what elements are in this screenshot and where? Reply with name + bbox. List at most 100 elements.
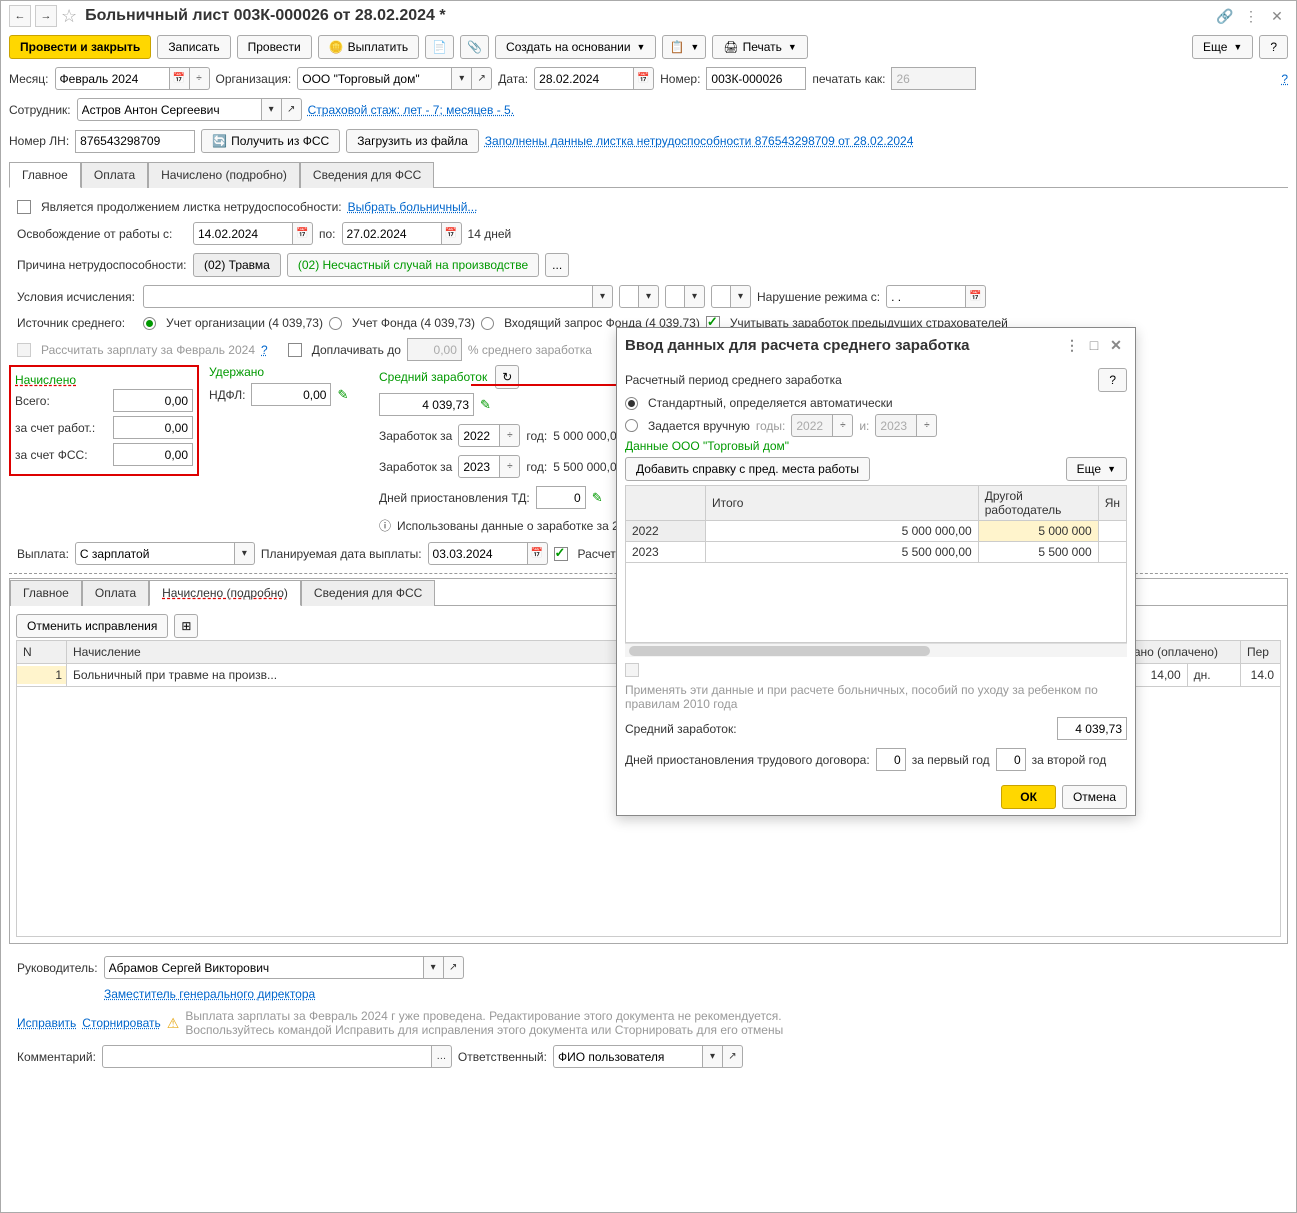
popup-row-2023[interactable]: 2023 5 500 000,00 5 500 000 bbox=[626, 542, 1127, 563]
popup-help-button[interactable]: ? bbox=[1098, 368, 1127, 392]
inner-tab-main[interactable]: Главное bbox=[10, 580, 82, 606]
favorite-icon[interactable]: ☆ bbox=[61, 6, 77, 27]
cond-add3[interactable] bbox=[711, 285, 731, 308]
src-fund-radio[interactable] bbox=[329, 317, 342, 330]
popup-hscroll[interactable] bbox=[625, 643, 1127, 657]
edit-susp-icon[interactable]: ✎ bbox=[592, 490, 603, 506]
src-org-radio[interactable] bbox=[143, 317, 156, 330]
pay-extra-checkbox[interactable] bbox=[288, 343, 302, 357]
pay-button[interactable]: 🪙Выплатить bbox=[318, 35, 419, 59]
popup-avg-input[interactable] bbox=[1057, 717, 1127, 740]
resp-input[interactable] bbox=[553, 1045, 703, 1068]
inner-tab-fss[interactable]: Сведения для ФСС bbox=[301, 580, 435, 606]
link-icon[interactable]: 🔗 bbox=[1214, 5, 1236, 27]
payout-input[interactable] bbox=[75, 542, 235, 565]
nav-fwd[interactable]: → bbox=[35, 5, 57, 27]
employee-dd[interactable]: ▾ bbox=[262, 98, 282, 121]
cond-add2[interactable] bbox=[665, 285, 685, 308]
ln-input[interactable] bbox=[75, 130, 195, 153]
recalc-help[interactable]: ? bbox=[261, 343, 268, 357]
year1-input[interactable] bbox=[458, 424, 500, 447]
inner-tab-payment[interactable]: Оплата bbox=[82, 580, 149, 606]
storno-link[interactable]: Сторнировать bbox=[82, 1016, 160, 1030]
planned-input[interactable] bbox=[428, 542, 528, 565]
popup-susp1-input[interactable] bbox=[876, 748, 906, 771]
reason2-button[interactable]: (02) Несчастный случай на производстве bbox=[287, 253, 539, 277]
edit-avg-icon[interactable]: ✎ bbox=[480, 397, 491, 413]
calc-approved-checkbox[interactable] bbox=[554, 547, 568, 561]
close-icon[interactable]: ✕ bbox=[1266, 5, 1288, 27]
cond-add1[interactable] bbox=[619, 285, 639, 308]
regime-break-input[interactable] bbox=[886, 285, 966, 308]
tab-main[interactable]: Главное bbox=[9, 162, 81, 188]
cancel-fix-button[interactable]: Отменить исправления bbox=[16, 614, 168, 638]
conditions-dd[interactable]: ▾ bbox=[593, 285, 613, 308]
popup-kebab-icon[interactable]: ⋮ bbox=[1061, 334, 1083, 356]
inner-tab-accrued[interactable]: Начислено (подробно) bbox=[149, 580, 301, 606]
doc-button[interactable]: 📄 bbox=[425, 35, 454, 59]
select-sick-link[interactable]: Выбрать больничный... bbox=[348, 200, 478, 214]
nav-back[interactable]: ← bbox=[9, 5, 31, 27]
post-close-button[interactable]: Провести и закрыть bbox=[9, 35, 151, 59]
popup-ok-button[interactable]: ОК bbox=[1001, 785, 1056, 809]
off-from-input[interactable] bbox=[193, 222, 293, 245]
src-incoming-radio[interactable] bbox=[481, 317, 494, 330]
year2-input[interactable] bbox=[458, 455, 500, 478]
help-link[interactable]: ? bbox=[1281, 72, 1288, 86]
number-input[interactable] bbox=[706, 67, 806, 90]
table-settings-button[interactable]: ⊞ bbox=[174, 614, 198, 638]
print-button[interactable]: 🖨Печать▼ bbox=[712, 35, 807, 59]
kebab-icon[interactable]: ⋮ bbox=[1240, 5, 1262, 27]
off-to-input[interactable] bbox=[342, 222, 442, 245]
fix-link[interactable]: Исправить bbox=[17, 1016, 76, 1030]
employee-input[interactable] bbox=[77, 98, 262, 121]
post-button[interactable]: Провести bbox=[237, 35, 312, 59]
save-button[interactable]: Записать bbox=[157, 35, 230, 59]
employee-open[interactable]: ↗ bbox=[282, 98, 302, 121]
create-based-button[interactable]: Создать на основании▼ bbox=[495, 35, 656, 59]
tab-payment[interactable]: Оплата bbox=[81, 162, 148, 188]
reason1-button[interactable]: (02) Травма bbox=[193, 253, 281, 277]
total-input[interactable] bbox=[113, 389, 193, 412]
fss-input[interactable] bbox=[113, 443, 193, 466]
data-filled-link[interactable]: Заполнены данные листка нетрудоспособнос… bbox=[485, 134, 914, 148]
conditions-input[interactable] bbox=[143, 285, 593, 308]
regime-cal[interactable]: 📅 bbox=[966, 285, 986, 308]
help-button[interactable]: ? bbox=[1259, 35, 1288, 59]
ndfl-input[interactable] bbox=[251, 383, 331, 406]
popup-susp2-input[interactable] bbox=[996, 748, 1026, 771]
reason-more-button[interactable]: ... bbox=[545, 253, 569, 277]
comment-input[interactable] bbox=[102, 1045, 432, 1068]
popup-row-2022[interactable]: 2022 5 000 000,00 5 000 000 bbox=[626, 521, 1127, 542]
date-input[interactable] bbox=[534, 67, 634, 90]
attach-button[interactable]: 📎 bbox=[460, 35, 489, 59]
off-from-cal[interactable]: 📅 bbox=[293, 222, 313, 245]
popup-more-button[interactable]: Еще▼ bbox=[1066, 457, 1127, 481]
director-post-link[interactable]: Заместитель генерального директора bbox=[104, 987, 315, 1001]
org-input[interactable] bbox=[297, 67, 452, 90]
popup-max-icon[interactable]: □ bbox=[1083, 334, 1105, 356]
off-to-cal[interactable]: 📅 bbox=[442, 222, 462, 245]
continuation-checkbox[interactable] bbox=[17, 200, 31, 214]
org-dd[interactable]: ▾ bbox=[452, 67, 472, 90]
popup-close-icon[interactable]: ✕ bbox=[1105, 334, 1127, 356]
popup-cancel-button[interactable]: Отмена bbox=[1062, 785, 1127, 809]
org-open[interactable]: ↗ bbox=[472, 67, 492, 90]
copy-button[interactable]: 📋▼ bbox=[662, 35, 706, 59]
avg-input[interactable] bbox=[379, 393, 474, 416]
date-cal-icon[interactable]: 📅 bbox=[634, 67, 654, 90]
month-cal-icon[interactable]: 📅 bbox=[170, 67, 190, 90]
load-file-button[interactable]: Загрузить из файла bbox=[346, 129, 479, 153]
popup-add-cert-button[interactable]: Добавить справку с пред. места работы bbox=[625, 457, 870, 481]
more-button[interactable]: Еще▼ bbox=[1192, 35, 1253, 59]
tab-accrued[interactable]: Начислено (подробно) bbox=[148, 162, 300, 188]
get-fss-button[interactable]: 🔄Получить из ФСС bbox=[201, 129, 340, 153]
popup-manual-radio[interactable] bbox=[625, 419, 638, 432]
director-input[interactable] bbox=[104, 956, 424, 979]
suspension-input[interactable] bbox=[536, 486, 586, 509]
month-stepper[interactable]: ÷ bbox=[190, 67, 210, 90]
insurance-record-link[interactable]: Страховой стаж: лет - 7; месяцев - 5. bbox=[308, 103, 514, 117]
popup-auto-radio[interactable] bbox=[625, 397, 638, 410]
edit-ndfl-icon[interactable]: ✎ bbox=[337, 387, 348, 403]
employer-input[interactable] bbox=[113, 416, 193, 439]
